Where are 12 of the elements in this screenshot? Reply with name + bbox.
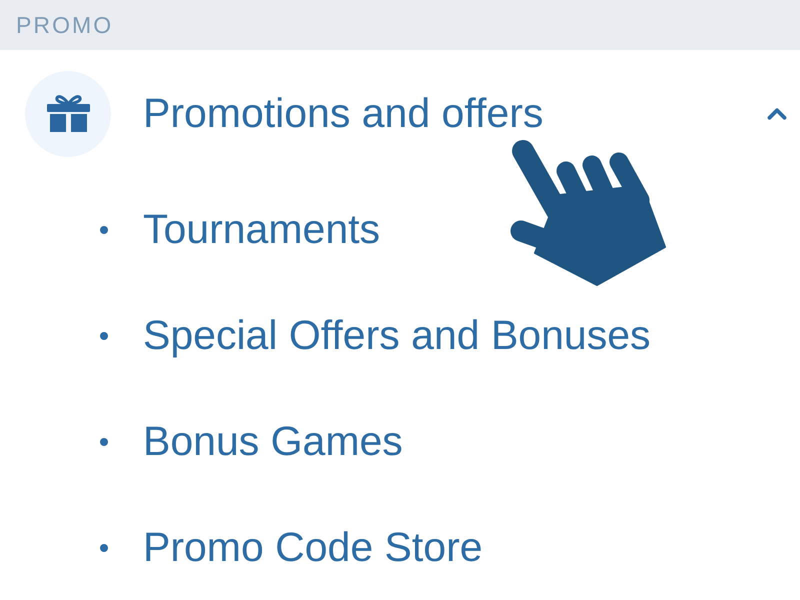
submenu-link[interactable]: Bonus Games bbox=[143, 411, 403, 473]
bullet-icon bbox=[100, 332, 108, 340]
bullet-icon bbox=[100, 544, 108, 552]
bullet-icon bbox=[100, 438, 108, 446]
menu-item[interactable]: Promotions and offers bbox=[0, 50, 800, 177]
bullet-icon bbox=[100, 226, 108, 234]
submenu-link[interactable]: Special Offers and Bonuses bbox=[143, 305, 650, 367]
submenu-link[interactable]: Promo Code Store bbox=[143, 517, 483, 579]
submenu-link[interactable]: Tournaments bbox=[143, 199, 380, 261]
menu-item-label: Promotions and offers bbox=[143, 88, 544, 138]
gift-icon bbox=[46, 95, 90, 132]
section-title: PROMO bbox=[16, 10, 114, 40]
